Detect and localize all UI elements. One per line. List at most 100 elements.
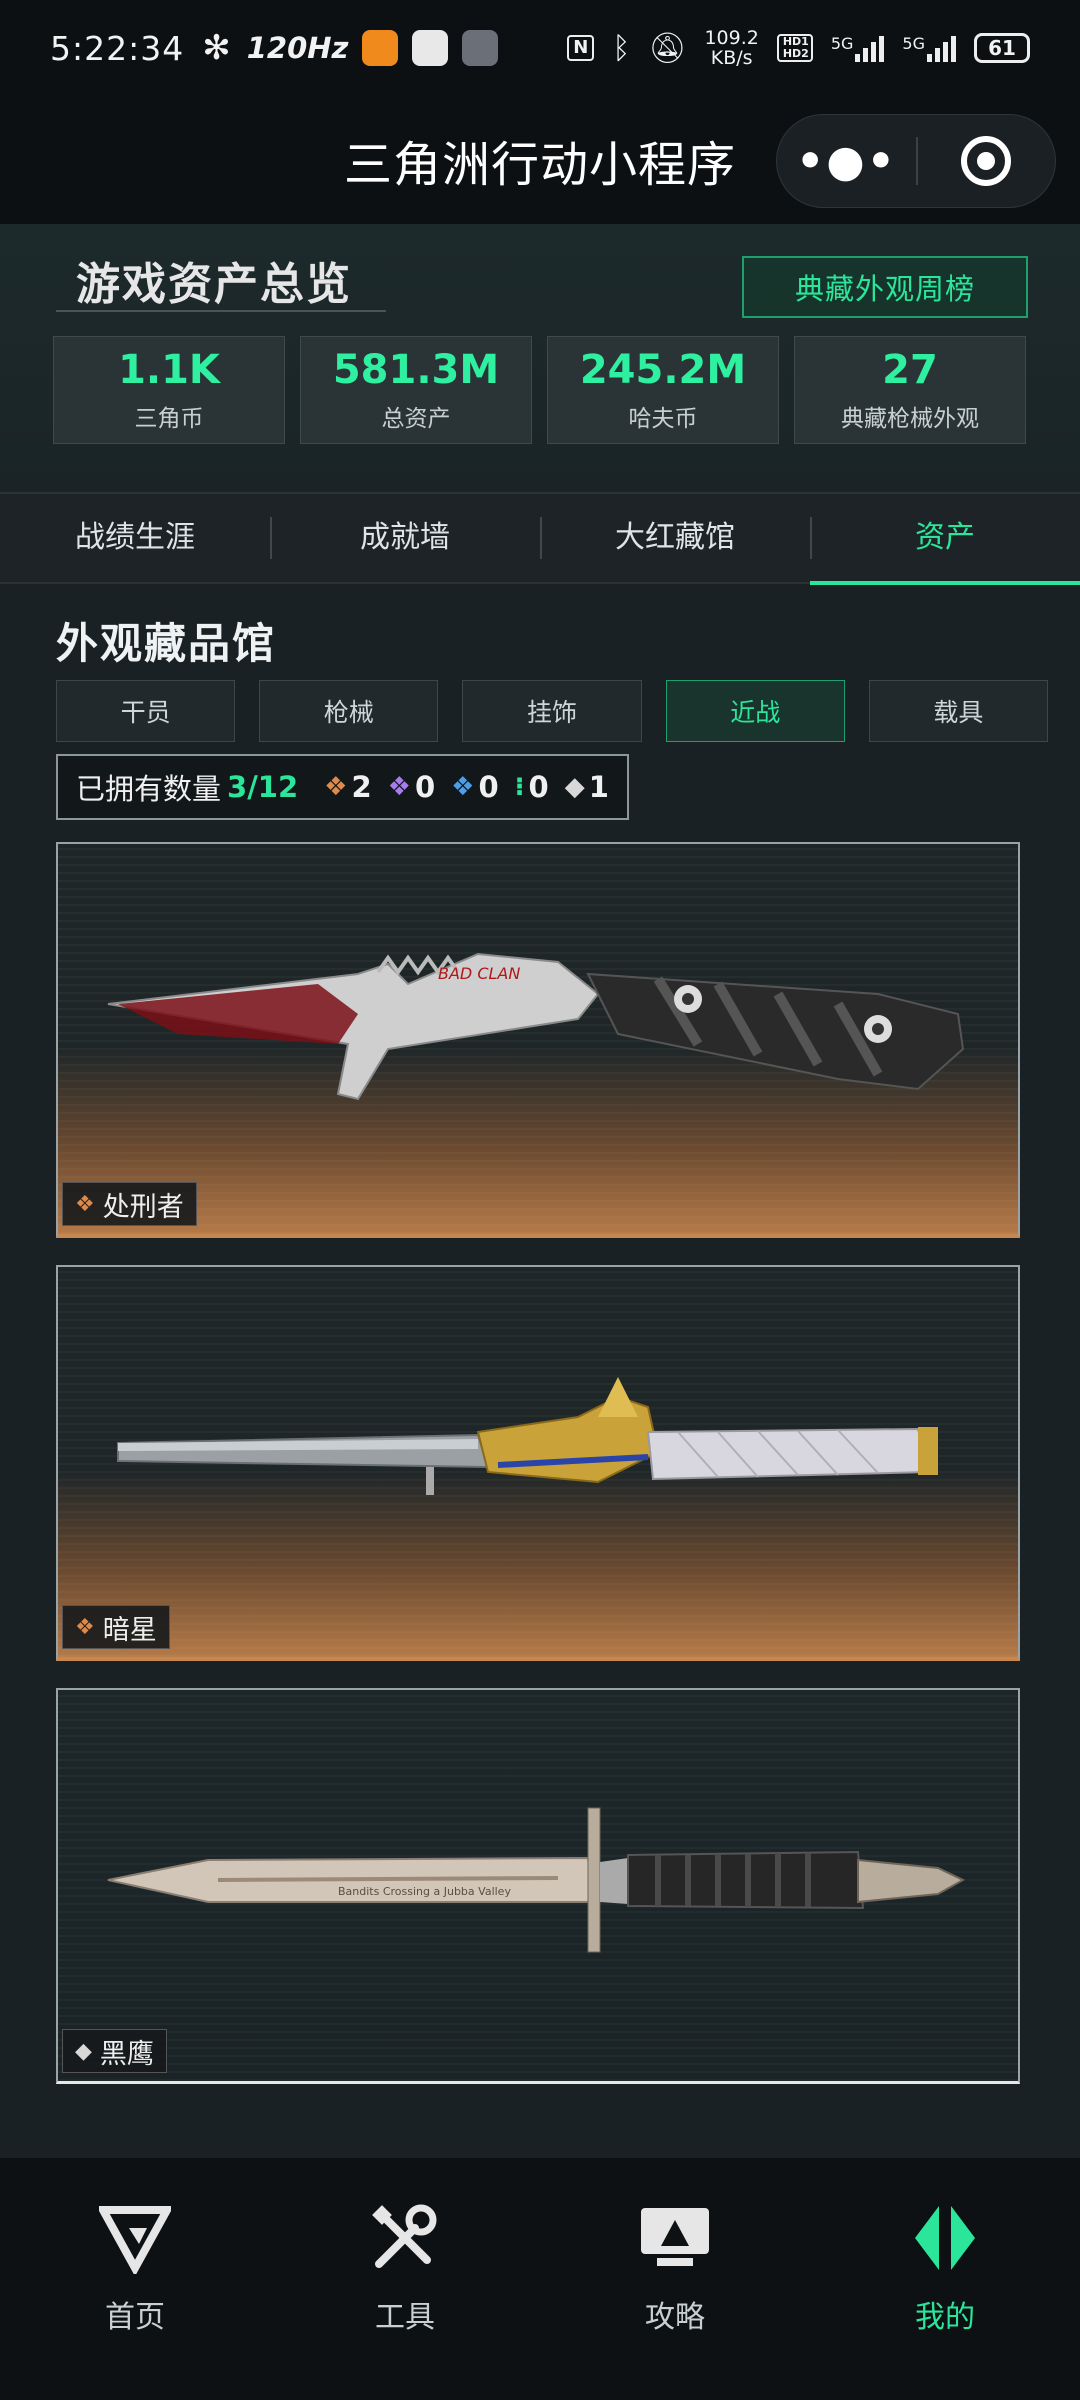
target-close-icon[interactable] xyxy=(918,136,1055,186)
melee-skin-card[interactable]: BAD CLAN ❖ 处刑者 xyxy=(56,842,1020,1238)
blade-engraving: BAD CLAN xyxy=(438,964,520,983)
heading-divider xyxy=(56,310,386,314)
mute-bell-icon: 🔕︎ xyxy=(648,30,687,66)
subtab-charms[interactable]: 挂饰 xyxy=(462,680,642,742)
net-speed-value: 109.2 xyxy=(704,27,759,49)
overview-heading: 游戏资产总览 xyxy=(76,259,352,310)
status-time: 5:22:34 xyxy=(50,28,185,68)
tab-assets[interactable]: 资产 xyxy=(810,493,1080,585)
melee-skin-card[interactable]: ❖ 暗星 xyxy=(56,1265,1020,1661)
gold-diamond-icon: ❖ xyxy=(75,1614,95,1640)
nav-guide[interactable]: 攻略 xyxy=(540,2198,810,2336)
knife-image-executioner: BAD CLAN xyxy=(107,952,965,1101)
gold-diamond-icon: ❖ xyxy=(75,1191,95,1217)
stat-delta-coin: 1.1K 三角币 xyxy=(53,336,285,444)
stat-value: 581.3M xyxy=(332,347,500,393)
signal-bars-icon xyxy=(855,34,885,62)
rarity-count: 1 xyxy=(588,770,609,804)
blue-diamond-icon: ❖ xyxy=(451,772,475,802)
skin-name-label: ❖ 暗星 xyxy=(62,1605,170,1649)
stat-label: 总资产 xyxy=(381,406,451,432)
status-indicators: N ᛒ 🔕︎ 109.2 KB/s HD1 HD2 5G 5G 61 xyxy=(567,28,1030,68)
skin-name: 暗星 xyxy=(102,1614,157,1646)
hd-icon: HD1 HD2 xyxy=(776,34,813,62)
nav-label: 攻略 xyxy=(645,2300,705,2335)
blade-engraving: Bandits Crossing a Jubba Valley xyxy=(338,1885,511,1898)
knife-image-black-hawk: Bandits Crossing a Jubba Valley xyxy=(107,1807,966,1953)
sim2-label: 5G xyxy=(902,34,925,53)
skin-name: 黑鹰 xyxy=(99,2038,154,2070)
stat-label: 三角币 xyxy=(134,406,204,432)
guide-monitor-icon xyxy=(635,2198,715,2278)
signal-2: 5G xyxy=(902,34,956,62)
app-notification-icon xyxy=(462,30,499,66)
nav-label: 首页 xyxy=(105,2300,165,2335)
net-speed: 109.2 KB/s xyxy=(704,28,758,68)
signal-bars-icon xyxy=(927,34,956,62)
mini-program-capsule: •●• xyxy=(776,114,1056,208)
rarity-count: 0 xyxy=(528,770,549,804)
skin-name-label: ◆ 黑鹰 xyxy=(62,2029,167,2073)
rarity-count: 0 xyxy=(414,770,436,804)
owned-count: 3/12 xyxy=(227,770,299,804)
asset-overview: 游戏资产总览 典藏外观周榜 1.1K 三角币 581.3M 总资产 245.2M… xyxy=(0,224,1080,494)
subtab-operators[interactable]: 干员 xyxy=(56,680,236,742)
status-bar: 5:22:34 ✻ 120Hz N ᛒ 🔕︎ 109.2 KB/s HD1 HD… xyxy=(0,0,1080,96)
signal-1: 5G xyxy=(831,34,885,62)
stat-value: 1.1K xyxy=(118,347,220,393)
collection-sub-tabs: 干员 枪械 挂饰 近战 载具 xyxy=(56,680,1049,742)
rarity-green: ⁝ 0 xyxy=(515,770,549,804)
rarity-count: 2 xyxy=(351,770,372,804)
subtab-guns[interactable]: 枪械 xyxy=(259,680,439,742)
nav-label: 工具 xyxy=(375,2300,435,2335)
skin-name-label: ❖ 处刑者 xyxy=(62,1182,197,1226)
sim1-label: 5G xyxy=(830,34,854,53)
white-diamond-icon: ◆ xyxy=(75,2038,92,2064)
skin-name: 处刑者 xyxy=(102,1191,184,1223)
rarity-white: ◆ 1 xyxy=(565,770,609,804)
nav-profile[interactable]: 我的 xyxy=(810,2198,1080,2336)
battery-icon: 61 xyxy=(974,33,1030,63)
rarity-count: 0 xyxy=(478,770,499,804)
subtab-melee[interactable]: 近战 xyxy=(665,680,845,742)
subtab-vehicles[interactable]: 载具 xyxy=(868,680,1049,742)
melee-skin-card[interactable]: Bandits Crossing a Jubba Valley ◆ 黑鹰 xyxy=(56,1688,1020,2084)
tab-red-collection[interactable]: 大红藏馆 xyxy=(540,493,810,583)
delta-logo-icon xyxy=(95,2198,175,2278)
page-title: 三角洲行动小程序 xyxy=(343,137,736,193)
net-speed-unit: KB/s xyxy=(710,47,753,69)
nav-tools[interactable]: 工具 xyxy=(270,2198,540,2336)
stat-label: 哈夫币 xyxy=(628,406,698,432)
knife-image-dark-star xyxy=(117,1377,938,1495)
profile-logo-icon xyxy=(905,2198,985,2278)
purple-diamond-icon: ❖ xyxy=(387,772,411,802)
rarity-blue: ❖ 0 xyxy=(451,770,499,804)
mini-program-title-bar: 三角洲行动小程序 •●• xyxy=(0,96,1080,224)
app-notification-icon xyxy=(412,30,449,66)
bluetooth-icon: ᛒ xyxy=(612,30,631,66)
refresh-rate: 120Hz xyxy=(246,31,349,65)
white-diamond-icon: ◆ xyxy=(564,772,585,802)
app-notification-icon xyxy=(362,30,399,66)
rarity-purple: ❖ 0 xyxy=(388,770,436,804)
rarity-gold: ❖ 2 xyxy=(324,770,372,804)
collection-title: 外观藏品馆 xyxy=(56,619,277,668)
collection-rank-button[interactable]: 典藏外观周榜 xyxy=(742,256,1028,318)
more-dots-icon[interactable]: •●• xyxy=(777,136,916,187)
stat-label: 典藏枪械外观 xyxy=(841,406,979,432)
nfc-icon: N xyxy=(567,35,595,61)
main-tabs: 战绩生涯 成就墙 大红藏馆 资产 xyxy=(0,493,1080,585)
tab-career[interactable]: 战绩生涯 xyxy=(0,493,270,583)
owned-label: 已拥有数量 xyxy=(76,772,222,806)
bottom-navigation: 首页 工具 攻略 我的 xyxy=(0,2158,1080,2400)
fan-icon: ✻ xyxy=(202,28,231,68)
stat-value: 245.2M xyxy=(579,347,747,393)
stat-collection-skins: 27 典藏枪械外观 xyxy=(794,336,1026,444)
nav-home[interactable]: 首页 xyxy=(0,2198,270,2336)
tools-icon xyxy=(365,2198,445,2278)
stat-haf-coin: 245.2M 哈夫币 xyxy=(547,336,779,444)
tab-achievements[interactable]: 成就墙 xyxy=(270,493,540,583)
green-diamond-icon: ⁝ xyxy=(514,772,525,802)
stat-total-assets: 581.3M 总资产 xyxy=(300,336,532,444)
gold-diamond-icon: ❖ xyxy=(324,772,348,802)
